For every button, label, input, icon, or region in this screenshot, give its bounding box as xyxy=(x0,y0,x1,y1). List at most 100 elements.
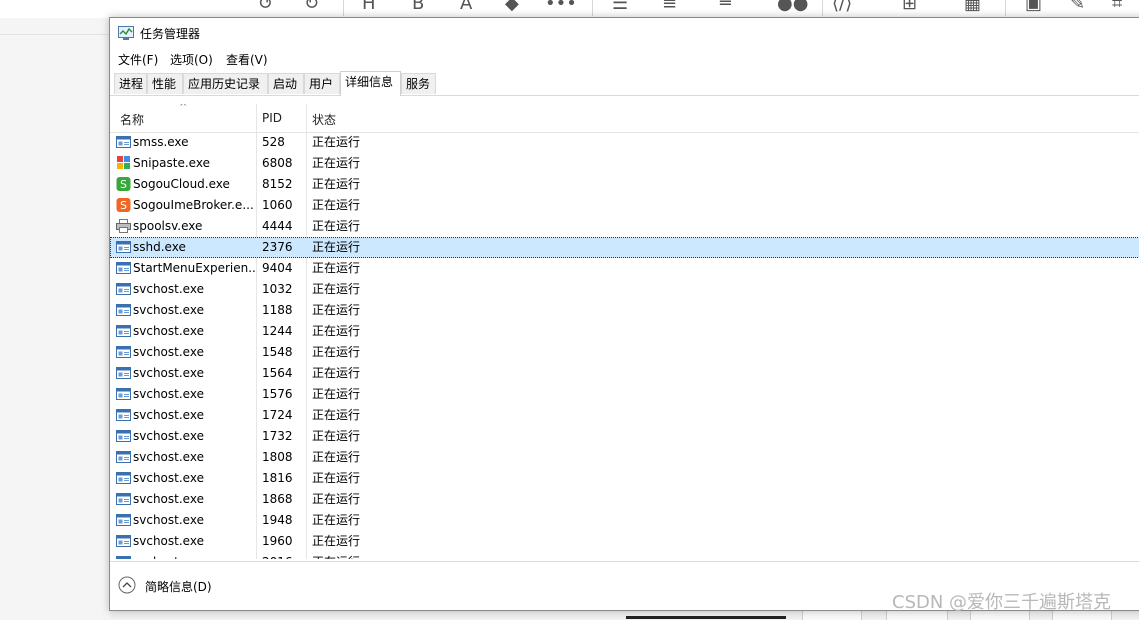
watermark: CSDN @爱你三千遍斯塔克 xyxy=(892,592,1112,613)
table-row[interactable]: svchost.exe 1948 正在运行 xyxy=(110,510,1139,531)
collapse-chevron-icon[interactable] xyxy=(118,576,136,594)
sort-ascending-icon: ^ xyxy=(179,104,188,113)
process-status: 正在运行 xyxy=(312,534,361,548)
table-row[interactable]: StartMenuExperien... 9404 正在运行 xyxy=(110,258,1139,279)
table-row[interactable]: svchost.exe 1244 正在运行 xyxy=(110,321,1139,342)
table-row[interactable]: Snipaste.exe 6808 正在运行 xyxy=(110,153,1139,174)
process-status: 正在运行 xyxy=(312,240,361,254)
toolbar-divider xyxy=(343,0,344,16)
table-row[interactable]: sshd.exe 2376 正在运行 xyxy=(110,237,1139,258)
process-name: svchost.exe xyxy=(133,387,204,401)
process-name: svchost.exe xyxy=(133,534,204,548)
column-header-pid[interactable]: PID xyxy=(262,111,282,125)
column-header-status[interactable]: 状态 xyxy=(312,111,336,128)
tab-app-history[interactable]: 应用历史记录 xyxy=(183,73,268,94)
window-app-icon xyxy=(116,555,131,559)
more-icon: ••• xyxy=(545,0,577,14)
process-status: 正在运行 xyxy=(312,552,360,559)
table-row[interactable]: svchost.exe 1868 正在运行 xyxy=(110,489,1139,510)
process-pid: 4444 xyxy=(262,219,293,233)
table-row[interactable]: svchost.exe 1032 正在运行 xyxy=(110,279,1139,300)
process-status: 正在运行 xyxy=(312,135,361,149)
process-pid: 1188 xyxy=(262,303,293,317)
process-status: 正在运行 xyxy=(312,387,361,401)
task-manager-window: 任务管理器 文件(F) 选项(O) 查看(V) 进程 性能 应用历史记录 启动 … xyxy=(109,17,1139,611)
table-row[interactable]: svchost.exe 1960 正在运行 xyxy=(110,531,1139,552)
image-icon: ▣ xyxy=(1025,0,1043,14)
table-row[interactable]: spoolsv.exe 4444 正在运行 xyxy=(110,216,1139,237)
window-app-icon xyxy=(116,450,131,464)
process-pid: 1816 xyxy=(262,471,293,485)
code-icon: ⟨/⟩ xyxy=(832,0,853,14)
window-app-icon xyxy=(116,135,131,149)
table-row[interactable]: svchost.exe 1564 正在运行 xyxy=(110,363,1139,384)
process-status: 正在运行 xyxy=(312,324,361,338)
table-row[interactable]: svchost.exe 2016 正在运行 xyxy=(110,552,1139,559)
table-row[interactable]: svchost.exe 1732 正在运行 xyxy=(110,426,1139,447)
process-status: 正在运行 xyxy=(312,198,361,212)
title-bar[interactable]: 任务管理器 xyxy=(110,18,1139,48)
process-pid: 528 xyxy=(262,135,285,149)
table-row[interactable]: svchost.exe 1816 正在运行 xyxy=(110,468,1139,489)
table-row[interactable]: svchost.exe 1576 正在运行 xyxy=(110,384,1139,405)
window-app-icon xyxy=(116,282,131,296)
process-pid: 2376 xyxy=(262,240,293,254)
menu-view[interactable]: 查看(V) xyxy=(226,51,268,68)
window-app-icon xyxy=(116,471,131,485)
window-app-icon xyxy=(116,492,131,506)
menu-file[interactable]: 文件(F) xyxy=(118,51,158,68)
process-status: 正在运行 xyxy=(312,492,361,506)
insert-icon: ⊞ xyxy=(902,0,918,14)
table-row[interactable]: svchost.exe 1808 正在运行 xyxy=(110,447,1139,468)
text-color-icon: A xyxy=(460,0,473,14)
window-app-icon xyxy=(116,345,131,359)
process-pid: 1960 xyxy=(262,534,293,548)
process-rows: smss.exe 528 正在运行 Snipaste.exe 6808 正在运行 S Sogo… xyxy=(110,132,1139,559)
background-divider xyxy=(0,34,110,35)
table-row[interactable]: svchost.exe 1548 正在运行 xyxy=(110,342,1139,363)
tab-processes[interactable]: 进程 xyxy=(114,73,147,94)
tab-services[interactable]: 服务 xyxy=(401,73,436,94)
process-name: svchost.exe xyxy=(133,492,204,506)
sogou-ime-icon: S xyxy=(116,198,131,212)
bold-icon: B xyxy=(412,0,425,14)
process-status: 正在运行 xyxy=(312,219,361,233)
window-app-icon xyxy=(116,240,131,254)
process-status: 正在运行 xyxy=(312,450,361,464)
details-table: ^ 名称 PID 状态 smss.exe 528 正在运行 Snipaste.exe 6… xyxy=(110,104,1139,559)
menu-options[interactable]: 选项(O) xyxy=(170,51,213,68)
task-manager-icon xyxy=(118,26,134,40)
process-name: StartMenuExperien... xyxy=(133,261,255,275)
window-app-icon xyxy=(116,366,131,380)
table-row[interactable]: smss.exe 528 正在运行 xyxy=(110,132,1139,153)
tab-details[interactable]: 详细信息 xyxy=(340,71,401,96)
process-status: 正在运行 xyxy=(312,303,361,317)
table-row[interactable]: svchost.exe 1188 正在运行 xyxy=(110,300,1139,321)
process-name: spoolsv.exe xyxy=(133,219,203,233)
highlight-icon: ◆ xyxy=(505,0,519,14)
process-pid: 8152 xyxy=(262,177,293,191)
column-headers: ^ 名称 PID 状态 xyxy=(110,104,1139,133)
process-name: svchost.exe xyxy=(133,366,204,380)
tab-performance[interactable]: 性能 xyxy=(147,73,183,94)
tab-bar: 进程 性能 应用历史记录 启动 用户 详细信息 服务 xyxy=(110,71,1139,96)
process-pid: 1060 xyxy=(262,198,293,212)
column-header-name[interactable]: 名称 xyxy=(120,111,144,128)
tab-users[interactable]: 用户 xyxy=(304,73,340,94)
process-name: svchost.exe xyxy=(133,513,204,527)
fewer-details-link[interactable]: 简略信息(D) xyxy=(145,578,212,595)
tab-startup[interactable]: 启动 xyxy=(268,73,304,94)
window-title: 任务管理器 xyxy=(140,27,201,41)
window-app-icon xyxy=(116,387,131,401)
process-name: smss.exe xyxy=(133,135,189,149)
process-name: Snipaste.exe xyxy=(133,156,210,170)
table-row[interactable]: svchost.exe 1724 正在运行 xyxy=(110,405,1139,426)
table-row[interactable]: S SogouImeBroker.e... 1060 正在运行 xyxy=(110,195,1139,216)
undo-icon: ↺ xyxy=(258,0,274,14)
process-status: 正在运行 xyxy=(312,429,361,443)
table-row[interactable]: S SogouCloud.exe 8152 正在运行 xyxy=(110,174,1139,195)
svg-text:S: S xyxy=(120,199,127,212)
process-pid: 1564 xyxy=(262,366,293,380)
process-name: svchost.exe xyxy=(133,471,204,485)
table-icon: ═ xyxy=(720,0,731,14)
